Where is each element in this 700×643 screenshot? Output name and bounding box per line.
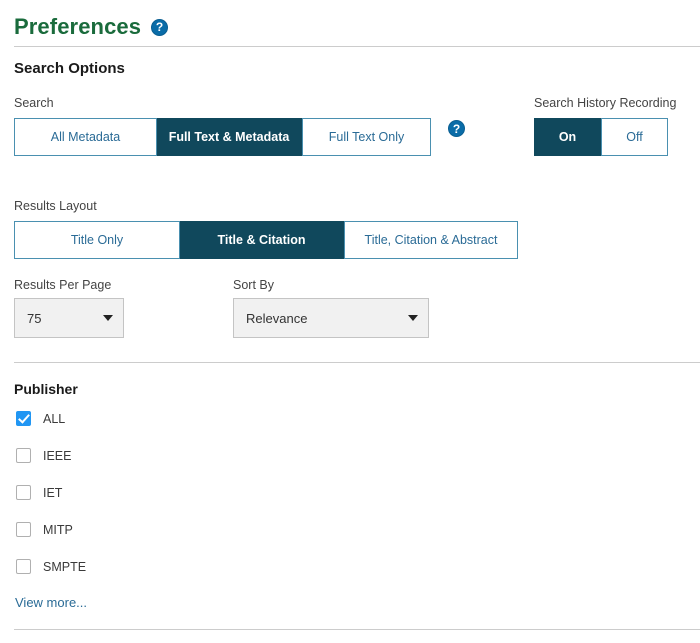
results-layout-label: Results Layout (14, 199, 97, 213)
search-options-heading: Search Options (14, 60, 125, 77)
publisher-label-iet: IET (43, 485, 63, 500)
search-scope-segmented-control: All Metadata Full Text & Metadata Full T… (14, 118, 431, 156)
sort-by-label: Sort By (233, 278, 274, 292)
results-per-page-value: 75 (27, 310, 42, 326)
checkbox-icon-checked[interactable] (16, 411, 31, 426)
publisher-checkbox-row-smpte[interactable]: SMPTE (16, 559, 86, 574)
view-more-link[interactable]: View more... (15, 595, 87, 610)
results-layout-segmented-control: Title Only Title & Citation Title, Citat… (14, 221, 518, 259)
publisher-label-smpte: SMPTE (43, 559, 87, 574)
publisher-checkbox-row-mitp[interactable]: MITP (16, 522, 73, 537)
divider-under-title (14, 46, 700, 47)
search-scope-option-full-text-metadata[interactable]: Full Text & Metadata (157, 118, 302, 156)
checkbox-icon-unchecked[interactable] (16, 522, 31, 537)
search-help-circle-icon[interactable]: ? (448, 120, 465, 137)
publisher-checkbox-row-ieee[interactable]: IEEE (16, 448, 72, 463)
checkbox-icon-unchecked[interactable] (16, 485, 31, 500)
publisher-label-all: ALL (43, 411, 66, 426)
publisher-heading: Publisher (14, 381, 78, 397)
page-header: Preferences ? (14, 14, 169, 39)
results-per-page-select[interactable]: 75 (14, 298, 124, 338)
checkbox-icon-unchecked[interactable] (16, 559, 31, 574)
checkbox-icon-unchecked[interactable] (16, 448, 31, 463)
chevron-down-icon (408, 315, 418, 321)
sort-by-value: Relevance (246, 310, 308, 326)
search-history-option-on[interactable]: On (534, 118, 601, 156)
results-layout-option-title-only[interactable]: Title Only (14, 221, 180, 259)
publisher-checkbox-row-all[interactable]: ALL (16, 411, 65, 426)
divider-above-publisher (14, 362, 700, 363)
search-history-option-off[interactable]: Off (601, 118, 668, 156)
publisher-label-ieee: IEEE (43, 448, 72, 463)
results-per-page-label: Results Per Page (14, 278, 112, 292)
help-circle-icon[interactable]: ? (151, 18, 169, 36)
search-history-toggle: On Off (534, 118, 668, 156)
page-title: Preferences (14, 14, 142, 39)
publisher-checkbox-row-iet[interactable]: IET (16, 485, 62, 500)
search-scope-option-all-metadata[interactable]: All Metadata (14, 118, 157, 156)
divider-bottom (14, 629, 700, 630)
search-history-label: Search History Recording (534, 96, 677, 110)
chevron-down-icon (103, 315, 113, 321)
results-layout-option-title-citation-abstract[interactable]: Title, Citation & Abstract (344, 221, 518, 259)
results-layout-option-title-citation[interactable]: Title & Citation (180, 221, 344, 259)
search-scope-option-full-text-only[interactable]: Full Text Only (302, 118, 431, 156)
preferences-page: Preferences ? Search Options Search All … (0, 0, 700, 643)
sort-by-select[interactable]: Relevance (233, 298, 429, 338)
search-field-label: Search (14, 96, 54, 110)
publisher-label-mitp: MITP (43, 522, 73, 537)
